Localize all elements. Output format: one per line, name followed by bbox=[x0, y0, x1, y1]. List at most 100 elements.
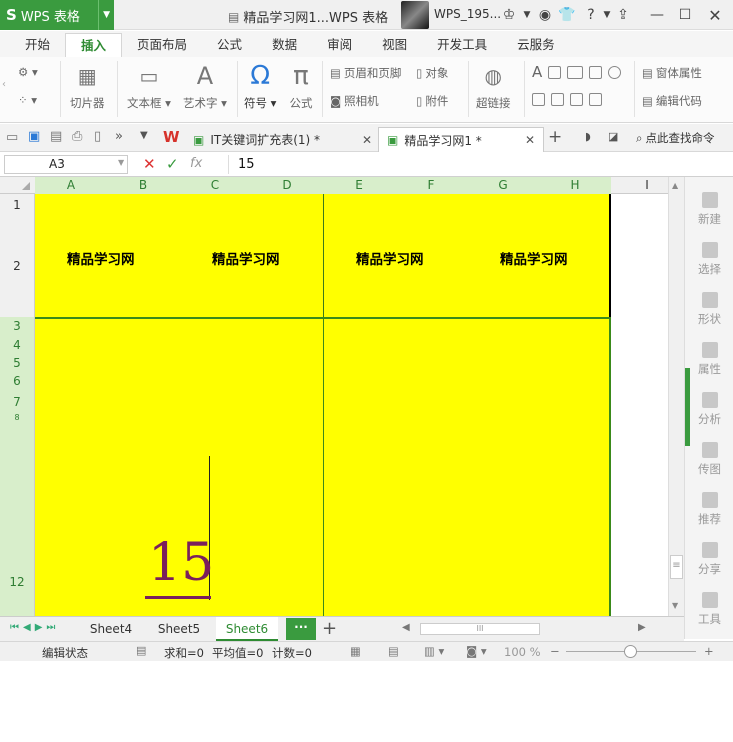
sheet-tab[interactable]: Sheet4 bbox=[80, 617, 142, 641]
upload-icon[interactable]: ⇪ bbox=[612, 4, 634, 26]
button-control-icon[interactable] bbox=[567, 65, 584, 79]
side-send-image[interactable]: 传图 bbox=[685, 442, 733, 477]
tab-developer[interactable]: 开发工具 bbox=[422, 33, 502, 57]
avatar[interactable] bbox=[401, 1, 429, 29]
confirm-icon[interactable]: ✓ bbox=[166, 155, 179, 173]
user-name[interactable]: WPS_195... bbox=[434, 7, 501, 21]
combobox-icon[interactable] bbox=[551, 93, 564, 106]
page-layout-icon[interactable]: ▤ bbox=[388, 644, 399, 658]
back-icon[interactable]: ◗ bbox=[585, 130, 591, 143]
horizontal-scroll-thumb[interactable]: III bbox=[420, 623, 540, 635]
zoom-slider-handle[interactable] bbox=[624, 645, 637, 658]
zoom-in-icon[interactable]: + bbox=[704, 644, 714, 658]
maximize-icon[interactable]: ☐ bbox=[674, 4, 696, 26]
skin-icon[interactable]: ◉ bbox=[534, 4, 556, 26]
tab-view[interactable]: 视图 bbox=[367, 33, 422, 57]
name-box[interactable]: A3 bbox=[4, 155, 128, 174]
row-header[interactable]: 2 bbox=[0, 216, 34, 317]
chevron-down-icon[interactable]: ▼ bbox=[140, 130, 148, 141]
slicer-button[interactable]: ▦ 切片器 bbox=[70, 63, 105, 111]
more-sheets-icon[interactable]: ··· bbox=[286, 618, 316, 640]
close-icon[interactable]: ✕ bbox=[704, 4, 726, 26]
textbox-button[interactable]: ▭ 文本框 ▾ bbox=[127, 63, 171, 111]
new-tab-icon[interactable]: + bbox=[548, 127, 562, 147]
listbox-icon[interactable] bbox=[532, 93, 545, 106]
side-tools[interactable]: 工具 bbox=[685, 592, 733, 627]
close-icon[interactable]: ✕ bbox=[362, 133, 372, 147]
editing-cell-value[interactable]: 15 bbox=[148, 534, 214, 592]
row-header[interactable]: 1 bbox=[0, 194, 34, 216]
column-header[interactable]: B bbox=[107, 177, 179, 194]
tab-insert[interactable]: 插入 bbox=[65, 33, 123, 57]
open-icon[interactable]: ▭ bbox=[6, 130, 18, 145]
chevron-left-icon[interactable]: ‹ bbox=[2, 79, 6, 90]
hyperlink-button[interactable]: ◍ 超链接 bbox=[476, 63, 511, 111]
sheet-tab[interactable]: Sheet5 bbox=[148, 617, 210, 641]
tab-data[interactable]: 数据 bbox=[257, 33, 312, 57]
side-new[interactable]: 新建 bbox=[685, 192, 733, 227]
scroll-down-icon[interactable]: ▼ bbox=[672, 601, 678, 610]
side-shape[interactable]: 形状 bbox=[685, 292, 733, 327]
row-header[interactable]: 3 bbox=[0, 317, 34, 336]
zoom-out-icon[interactable]: − bbox=[550, 644, 560, 658]
wps-home-icon[interactable]: W bbox=[163, 128, 180, 146]
tab-cloud[interactable]: 云服务 bbox=[502, 33, 570, 57]
calculator-icon[interactable]: ▤ bbox=[136, 644, 146, 657]
column-header[interactable]: E bbox=[323, 177, 395, 194]
normal-view-icon[interactable]: ▦ bbox=[350, 644, 361, 658]
side-analysis[interactable]: 分析 bbox=[685, 392, 733, 427]
column-header[interactable]: A bbox=[35, 177, 107, 194]
sheet-tab-active[interactable]: Sheet6 bbox=[216, 617, 278, 641]
scrollbar-control-icon[interactable] bbox=[570, 93, 583, 106]
eye-protect-icon[interactable]: ◙ ▾ bbox=[466, 644, 487, 658]
column-header[interactable]: D bbox=[251, 177, 323, 194]
scroll-right-icon[interactable]: ▶ bbox=[638, 622, 646, 633]
chevron-down-icon[interactable]: ▼ bbox=[98, 0, 110, 30]
share-icon[interactable]: ◪ bbox=[608, 130, 618, 143]
close-icon[interactable]: ✕ bbox=[525, 133, 535, 147]
chart-icon[interactable]: ⚙ ▾ bbox=[18, 65, 38, 79]
attachment-button[interactable]: ▯ 附件 bbox=[416, 93, 448, 109]
object-button[interactable]: ▯ 对象 bbox=[416, 65, 448, 81]
row-header[interactable]: 8 bbox=[0, 413, 34, 422]
form-properties-button[interactable]: ▤ 窗体属性 bbox=[642, 65, 702, 81]
side-share[interactable]: 分享 bbox=[685, 542, 733, 577]
wordart-button[interactable]: A 艺术字 ▾ bbox=[183, 62, 227, 111]
scroll-left-icon[interactable]: ◀ bbox=[402, 622, 410, 633]
fx-icon[interactable]: fx bbox=[190, 156, 202, 171]
formula-input[interactable]: 15 bbox=[228, 155, 678, 174]
export-pdf-icon[interactable]: ▤ bbox=[50, 129, 62, 144]
row-header[interactable]: 4 bbox=[0, 336, 34, 354]
checkbox-icon[interactable] bbox=[589, 65, 603, 79]
minimize-icon[interactable]: — bbox=[646, 4, 668, 26]
edit-code-button[interactable]: ▤ 编辑代码 bbox=[642, 93, 702, 109]
vertical-scrollbar[interactable]: ▲ ≡ ▼ bbox=[668, 177, 684, 616]
sheet-grid[interactable]: 精品学习网 精品学习网 精品学习网 精品学习网 15 bbox=[35, 194, 668, 616]
doc-tab-2[interactable]: ▣ 精品学习网1 * ✕ bbox=[378, 127, 544, 152]
select-all-icon[interactable] bbox=[22, 182, 30, 190]
column-header[interactable]: H bbox=[539, 177, 611, 194]
scroll-up-icon[interactable]: ▲ bbox=[672, 181, 678, 190]
groupbox-icon[interactable] bbox=[548, 65, 562, 79]
side-select[interactable]: 选择 bbox=[685, 242, 733, 277]
row-header[interactable]: 7 bbox=[0, 391, 34, 413]
command-search[interactable]: ⌕ 点此查找命令 bbox=[636, 130, 714, 146]
sheet-nav-icon[interactable]: ⏮◀▶⏭ bbox=[10, 622, 59, 633]
symbol-button[interactable]: Ω 符号 ▾ bbox=[244, 61, 276, 111]
radio-icon[interactable] bbox=[608, 65, 622, 79]
tab-home[interactable]: 开始 bbox=[10, 33, 65, 57]
app-menu-button[interactable]: S WPS 表格 ▼ bbox=[0, 0, 114, 30]
header-footer-button[interactable]: ▤ 页眉和页脚 bbox=[330, 65, 401, 81]
column-header[interactable]: C bbox=[179, 177, 251, 194]
page-break-icon[interactable]: ▥ ▾ bbox=[424, 644, 444, 658]
cancel-icon[interactable]: ✕ bbox=[143, 155, 156, 173]
camera-button[interactable]: ◙ 照相机 bbox=[330, 93, 379, 109]
save-icon[interactable]: ▣ bbox=[28, 129, 40, 144]
column-header[interactable]: G bbox=[467, 177, 539, 194]
more-icon[interactable]: » bbox=[115, 129, 123, 144]
side-properties[interactable]: 属性 bbox=[685, 342, 733, 377]
chevron-down-icon[interactable]: ▼ bbox=[118, 158, 124, 167]
tab-review[interactable]: 审阅 bbox=[312, 33, 367, 57]
scroll-thumb[interactable]: ≡ bbox=[670, 555, 683, 579]
print-icon[interactable]: ⎙ bbox=[72, 129, 82, 144]
